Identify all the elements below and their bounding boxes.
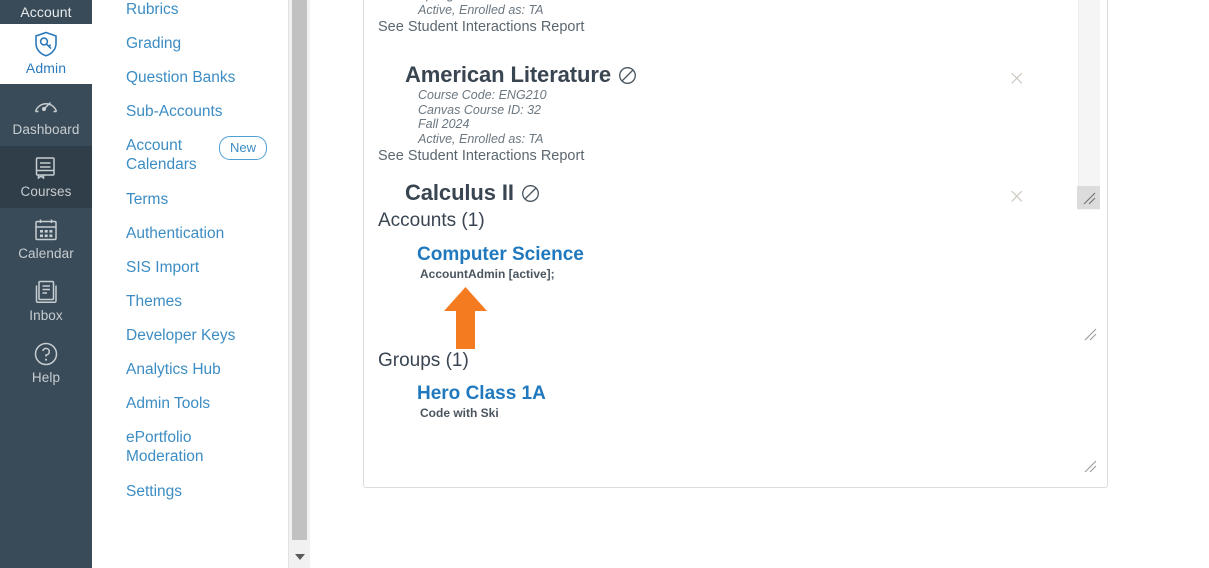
enrollments-scrollbar[interactable] xyxy=(1078,0,1100,210)
nav-link-settings[interactable]: Settings xyxy=(92,482,284,501)
global-nav-calendar-label: Calendar xyxy=(18,246,74,261)
nav-item-themes[interactable]: Themes xyxy=(92,292,284,311)
global-nav-dashboard-label: Dashboard xyxy=(12,122,80,137)
enrollments-scroll-box[interactable]: Spring 2025 Active, Enrolled as: TA See … xyxy=(365,0,1107,210)
groups-section-heading: Groups (1) xyxy=(378,350,469,371)
global-nav-inbox-label: Inbox xyxy=(29,308,63,323)
global-nav-item-help[interactable]: Help xyxy=(0,332,92,394)
new-badge: New xyxy=(219,136,268,160)
nav-link-question-banks[interactable]: Question Banks xyxy=(92,68,284,87)
book-icon xyxy=(32,154,60,182)
nav-item-sis-import[interactable]: SIS Import xyxy=(92,258,284,277)
global-nav-item-courses[interactable]: Courses xyxy=(0,146,92,208)
canvas-course-id-american-literature: Canvas Course ID: 32 xyxy=(418,102,541,117)
context-nav-scrollbar[interactable] xyxy=(288,0,310,568)
account-roles-computer-science: AccountAdmin [active]; xyxy=(420,267,555,281)
nav-item-question-banks[interactable]: Question Banks xyxy=(92,68,284,87)
global-nav-item-dashboard[interactable]: Dashboard xyxy=(0,84,92,146)
accounts-section-heading: Accounts (1) xyxy=(378,210,485,231)
groups-section: Groups (1) Hero Class 1A Code with Ski xyxy=(378,349,1098,420)
global-nav-account-label: Account xyxy=(20,4,72,20)
accounts-resize-grip[interactable] xyxy=(1082,326,1098,342)
speedometer-icon xyxy=(32,92,60,120)
nav-link-admin-tools[interactable]: Admin Tools xyxy=(92,394,284,413)
nav-link-sub-accounts[interactable]: Sub-Accounts xyxy=(92,102,284,121)
group-link-hero-class-1a[interactable]: Hero Class 1A xyxy=(417,382,546,406)
nav-item-developer-keys[interactable]: Developer Keys xyxy=(92,326,284,345)
nav-link-rubrics[interactable]: Rubrics xyxy=(92,0,284,19)
nav-link-themes[interactable]: Themes xyxy=(92,292,284,311)
nav-item-rubrics[interactable]: Rubrics xyxy=(92,0,284,19)
nav-item-eportfolio-moderation[interactable]: ePortfolio Moderation xyxy=(92,428,284,466)
course-title-text: Calculus II xyxy=(405,180,514,205)
context-nav-scrollbar-thumb[interactable] xyxy=(292,0,307,540)
nav-link-eportfolio-moderation[interactable]: ePortfolio Moderation xyxy=(92,428,212,466)
nav-link-authentication[interactable]: Authentication xyxy=(92,224,284,243)
shield-key-icon xyxy=(32,30,60,58)
nav-item-settings[interactable]: Settings xyxy=(92,482,284,501)
account-link-computer-science[interactable]: Computer Science xyxy=(417,243,584,267)
user-details-panel: Spring 2025 Active, Enrolled as: TA See … xyxy=(363,0,1108,488)
student-interactions-report-link-clipped[interactable]: See Student Interactions Report xyxy=(378,19,1065,35)
enrollments-resize-grip[interactable] xyxy=(1077,186,1100,209)
remove-enrollment-button-american-literature[interactable]: × xyxy=(1008,68,1026,89)
nav-item-terms[interactable]: Terms xyxy=(92,190,284,209)
nav-link-sis-import[interactable]: SIS Import xyxy=(92,258,284,277)
question-circle-icon xyxy=(32,340,60,368)
course-term-american-literature: Fall 2024 xyxy=(418,117,470,131)
no-entry-icon xyxy=(618,66,637,85)
groups-resize-grip[interactable] xyxy=(1082,458,1098,474)
nav-item-account-calendars[interactable]: Account Calendars New xyxy=(92,136,284,174)
context-nav-scroll-down-button[interactable] xyxy=(289,546,310,568)
app-root: Account Admin Dashboard Courses Calendar… xyxy=(0,0,1209,568)
chevron-down-icon xyxy=(294,554,305,560)
nav-item-analytics-hub[interactable]: Analytics Hub xyxy=(92,360,284,379)
nav-item-authentication[interactable]: Authentication xyxy=(92,224,284,243)
global-nav-item-calendar[interactable]: Calendar xyxy=(0,208,92,270)
remove-enrollment-button-calculus-ii[interactable]: × xyxy=(1008,186,1026,207)
nav-link-developer-keys[interactable]: Developer Keys xyxy=(92,326,284,345)
course-title-american-literature: American Literature xyxy=(405,62,1065,88)
nav-link-analytics-hub[interactable]: Analytics Hub xyxy=(92,360,284,379)
course-title-text: American Literature xyxy=(405,62,611,87)
calendar-icon xyxy=(32,216,60,244)
enrollment-entry-calculus-ii: Calculus II × xyxy=(365,180,1065,207)
enrollment-status-clipped: Active, Enrolled as: TA xyxy=(418,2,544,17)
no-entry-icon xyxy=(521,184,540,203)
nav-link-account-calendars[interactable]: Account Calendars xyxy=(126,136,211,174)
global-nav-item-account[interactable]: Account xyxy=(0,0,92,24)
global-nav-help-label: Help xyxy=(31,370,61,385)
enrollment-entry-american-literature: American Literature Course Code: ENG210 … xyxy=(365,62,1065,164)
course-status-american-literature: Active, Enrolled as: TA xyxy=(418,131,544,146)
account-association-item: Computer Science AccountAdmin [active]; xyxy=(378,243,1098,281)
global-nav-admin-label: Admin xyxy=(25,60,67,76)
accounts-section: Accounts (1) Computer Science AccountAdm… xyxy=(378,209,1098,281)
student-interactions-report-link-american-literature[interactable]: See Student Interactions Report xyxy=(378,148,1065,164)
global-nav-courses-label: Courses xyxy=(20,184,72,199)
global-nav-item-admin[interactable]: Admin xyxy=(0,24,92,84)
global-nav-item-inbox[interactable]: Inbox xyxy=(0,270,92,332)
nav-item-sub-accounts[interactable]: Sub-Accounts xyxy=(92,102,284,121)
nav-link-terms[interactable]: Terms xyxy=(92,190,284,209)
nav-item-grading[interactable]: Grading xyxy=(92,34,284,53)
nav-item-admin-tools[interactable]: Admin Tools xyxy=(92,394,284,413)
course-code-american-literature: Course Code: ENG210 xyxy=(418,88,547,102)
nav-link-grading[interactable]: Grading xyxy=(92,34,284,53)
course-title-calculus-ii: Calculus II xyxy=(405,180,1065,206)
group-association-item: Hero Class 1A Code with Ski xyxy=(378,382,1098,420)
main-content: Spring 2025 Active, Enrolled as: TA See … xyxy=(310,0,1209,568)
envelope-stack-icon xyxy=(32,278,60,306)
global-navigation: Account Admin Dashboard Courses Calendar… xyxy=(0,0,92,568)
account-navigation: Rubrics Grading Question Banks Sub-Accou… xyxy=(92,0,284,568)
enrollment-entry-clipped: Spring 2025 Active, Enrolled as: TA See … xyxy=(365,0,1065,35)
group-context-hero-class-1a: Code with Ski xyxy=(420,406,499,420)
